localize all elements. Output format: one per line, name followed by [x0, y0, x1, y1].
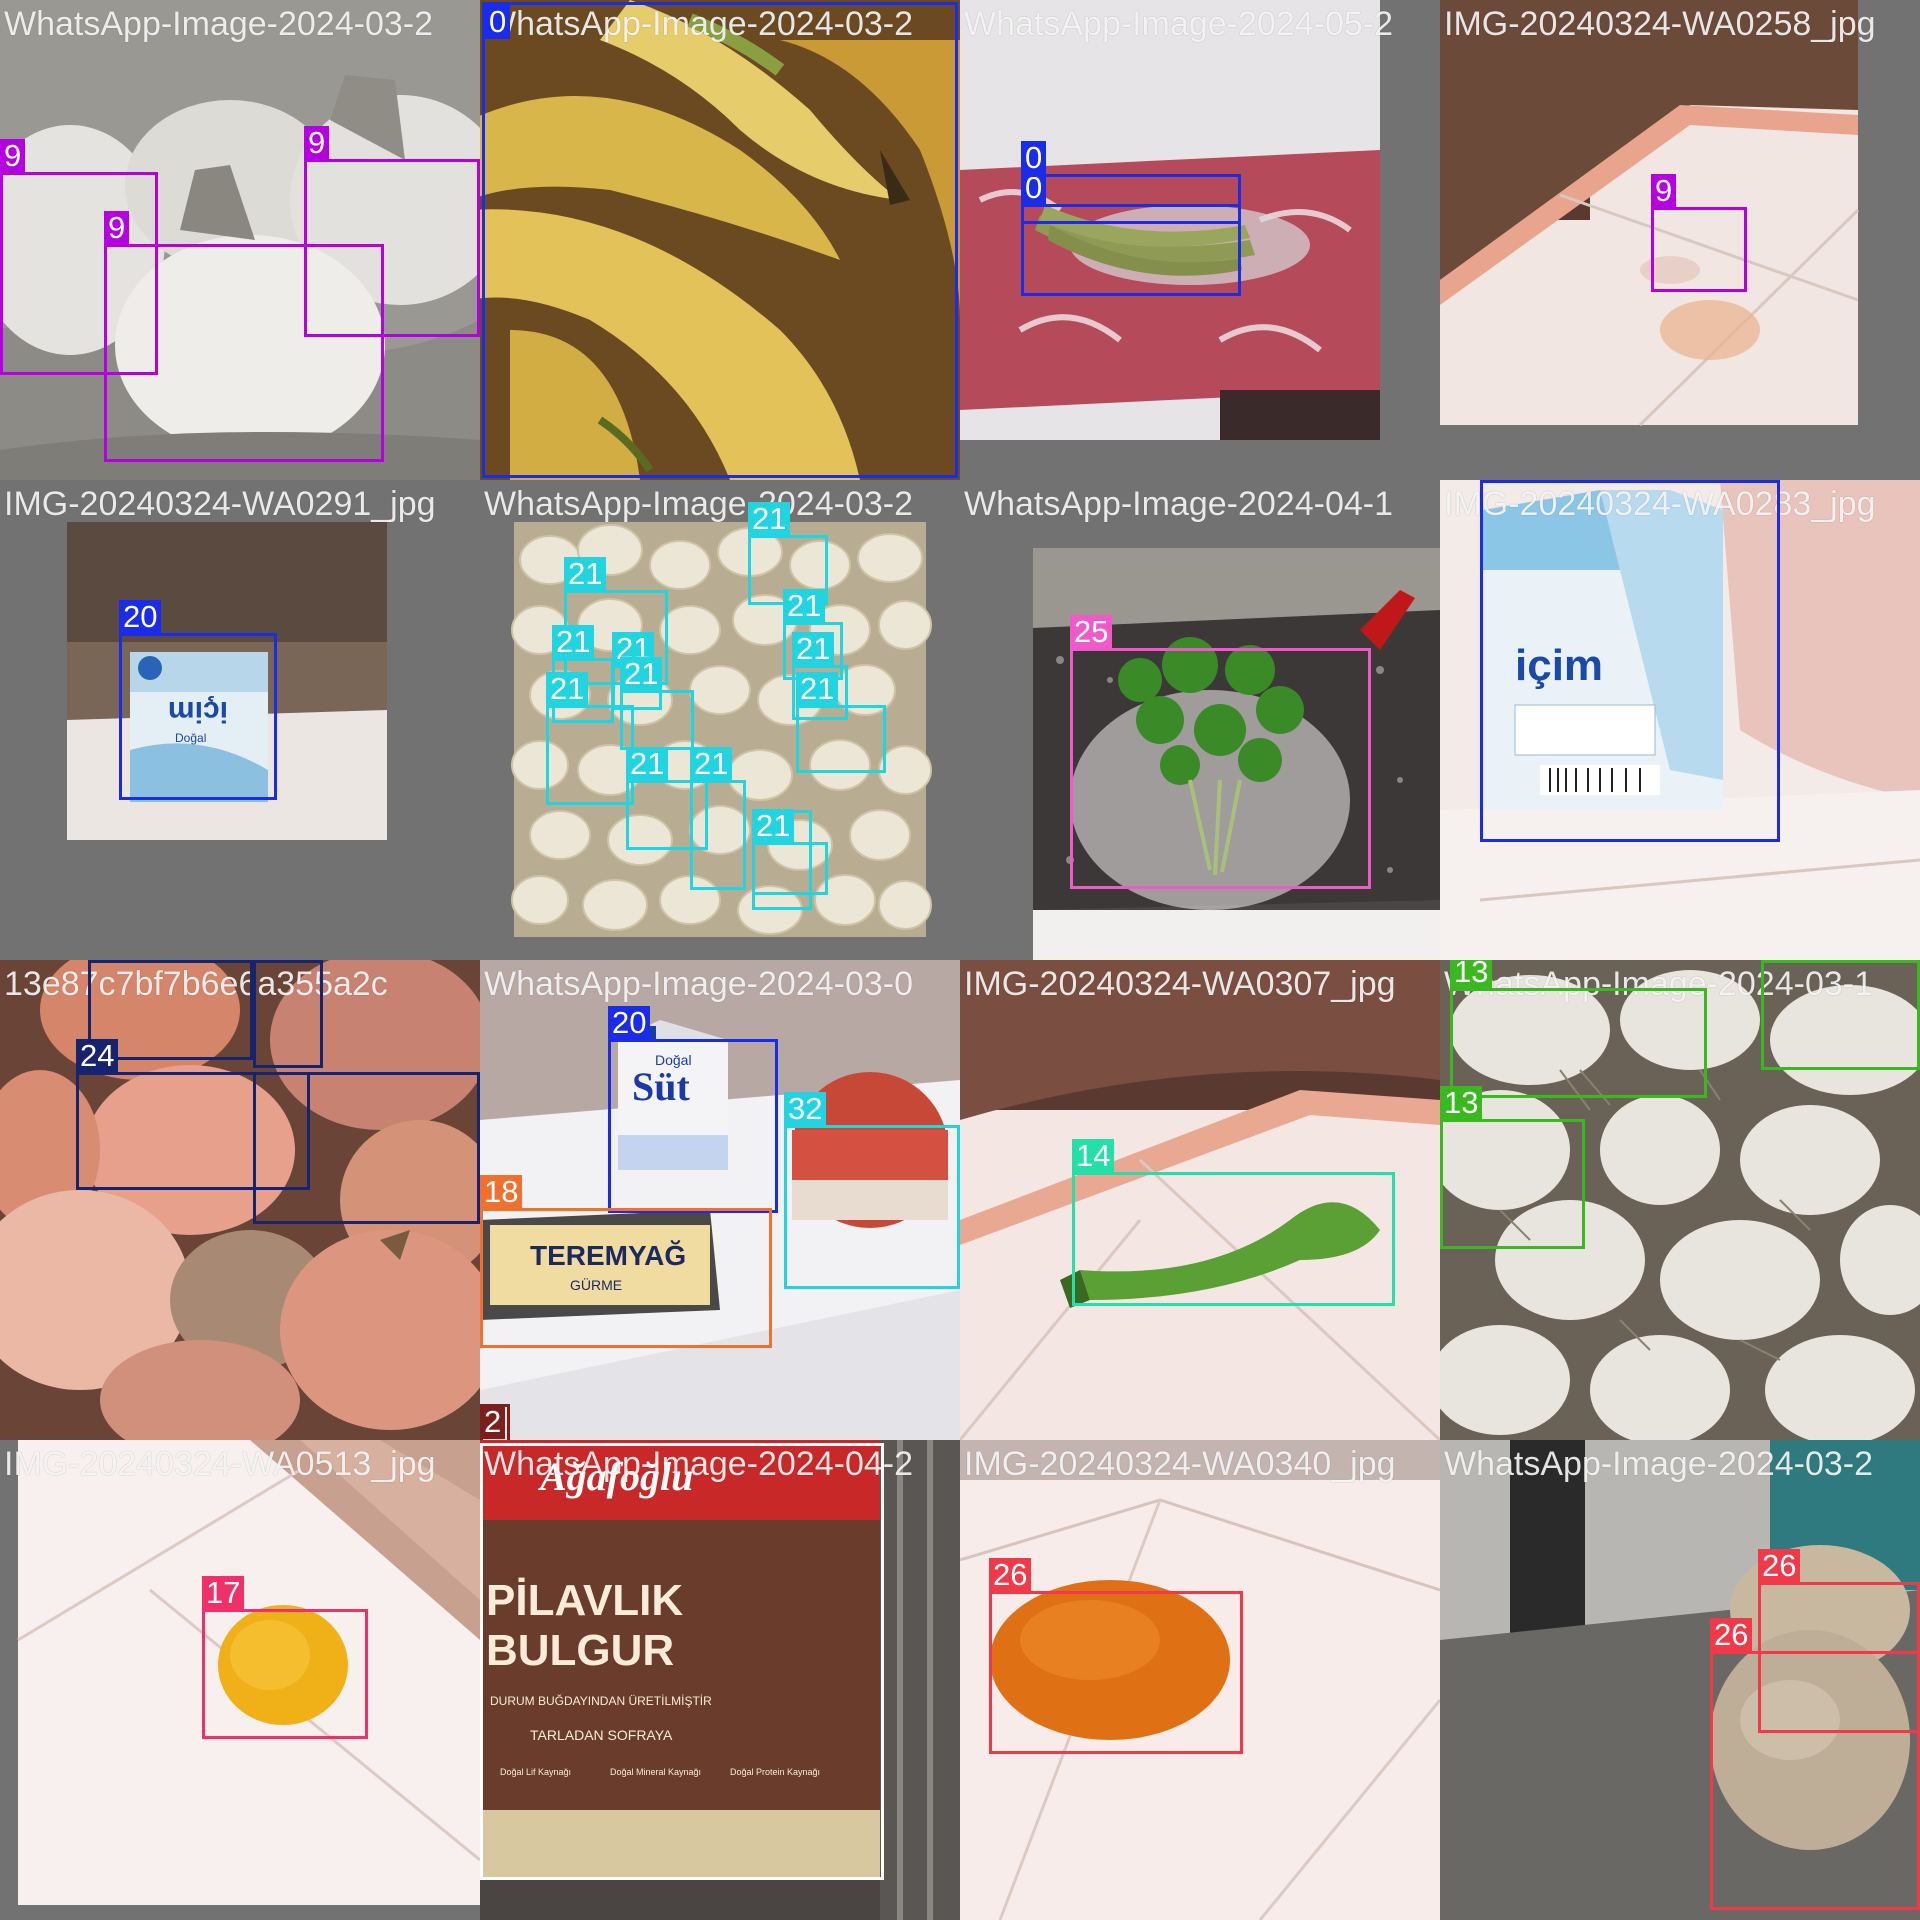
- tile-garlic: WhatsApp-Image-2024-03-1 13 13 13: [1440, 960, 1920, 1440]
- tile-eggs: WhatsApp-Image-2024-03-2 9 9 9: [0, 0, 480, 480]
- bbox-class-label: 13: [1450, 960, 1493, 989]
- bbox-class-label: 25: [1070, 615, 1113, 649]
- bbox-class-label: 21: [783, 589, 826, 623]
- bbox: 13: [1440, 1086, 1585, 1249]
- bbox-class-label: 26: [1758, 1549, 1801, 1583]
- bbox-class-label: 9: [304, 126, 330, 160]
- bbox-class-label: 0: [485, 5, 511, 39]
- tile-filename: WhatsApp-Image-2024-03-0: [484, 965, 914, 1003]
- bbox: 21: [546, 672, 634, 805]
- tile-milk-sofa: içim Doğal IMG-20240324-WA0291_jpg 20: [0, 480, 480, 960]
- bbox: 25: [1070, 615, 1371, 889]
- bbox-class-label: 13: [1761, 960, 1804, 963]
- tile-filename: WhatsApp-Image-2024-03-2: [4, 5, 434, 43]
- bbox: 24: [253, 960, 323, 1068]
- tile-bulgur: Ağafoğlu PİLAVLIK BULGUR DURUM BUĞDAYIND…: [480, 1440, 960, 1920]
- bbox-class-label: 9: [0, 139, 26, 173]
- tile-filename: WhatsApp-Image-2024-03-2: [1444, 1445, 1874, 1483]
- tile-tangerine: IMG-20240324-WA0340_jpg 26: [960, 1440, 1440, 1920]
- bbox-class-label: 18: [480, 1175, 523, 1209]
- tile-potatoes: WhatsApp-Image-2024-03-2 26 26: [1440, 1440, 1920, 1920]
- bbox-class-label: 17: [202, 1576, 245, 1610]
- detection-mosaic: WhatsApp-Image-2024-03-2 9 9 9 WhatsApp-…: [0, 0, 1920, 1920]
- bbox-class-label: 20: [1480, 480, 1523, 483]
- bbox-class-label: 9: [104, 211, 130, 245]
- bbox: 21: [796, 672, 886, 773]
- bbox: 9: [1651, 174, 1747, 292]
- tile-filename: IMG-20240324-WA0340_jpg: [964, 1445, 1396, 1483]
- bbox-class-label: 24: [253, 960, 296, 961]
- bbox-class-label: 21: [752, 809, 795, 843]
- bbox: 2: [480, 1404, 510, 1440]
- bbox: [480, 1443, 884, 1880]
- tile-lemon: IMG-20240324-WA0513_jpg 17: [0, 1440, 480, 1920]
- bbox-class-label: 21: [546, 672, 589, 706]
- tile-filename: IMG-20240324-WA0291_jpg: [4, 485, 436, 523]
- bbox-class-label: 24: [88, 960, 131, 961]
- bbox: 20: [119, 600, 277, 800]
- bbox: 26: [1710, 1618, 1920, 1910]
- bbox: 0: [482, 2, 958, 478]
- bbox-class-label: 24: [76, 1039, 119, 1073]
- bbox-class-label: 21: [620, 657, 663, 691]
- bbox-class-label: 26: [989, 1558, 1032, 1592]
- bbox-class-label: 20: [119, 600, 162, 634]
- bbox: [253, 1072, 480, 1224]
- tile-mushrooms: WhatsApp-Image-2024-03-2 21 21 21 21 21 …: [480, 480, 960, 960]
- tile-milk-closeup: içim IMG-20240324-WA0283_jpg 20: [1440, 480, 1920, 960]
- bbox-class-label: 13: [1440, 1086, 1483, 1120]
- tile-filename: IMG-20240324-WA0307_jpg: [964, 965, 1396, 1003]
- tile-pepper: IMG-20240324-WA0307_jpg 14: [960, 960, 1440, 1440]
- bbox: 20: [1480, 480, 1780, 842]
- bbox-class-label: 21: [626, 747, 669, 781]
- bbox-class-label: 21: [792, 632, 835, 666]
- tile-bananas-table: WhatsApp-Image-2024-05-2 0 0: [960, 0, 1440, 480]
- tile-onions: 13e87c7bf7b6e6a355a2c 24 24 24: [0, 960, 480, 1440]
- bbox: 20: [608, 1006, 778, 1213]
- tile-bananas-closeup: WhatsApp-Image-2024-03-2 0: [480, 0, 960, 480]
- bbox-class-label: 21: [796, 672, 839, 706]
- bbox-class-label: 9: [1651, 174, 1677, 208]
- bbox-class-label: 2: [480, 1405, 506, 1439]
- tile-filename: WhatsApp-Image-2024-05-2: [964, 5, 1394, 43]
- tile-filename: WhatsApp-Image-2024-03-2: [484, 485, 914, 523]
- bbox-class-label: 20: [608, 1006, 651, 1040]
- tile-filename: WhatsApp-Image-2024-04-1: [964, 485, 1394, 523]
- bbox-class-label: 14: [1072, 1139, 1115, 1173]
- tile-parsley: WhatsApp-Image-2024-04-1 25: [960, 480, 1440, 960]
- bbox: 14: [1072, 1139, 1395, 1306]
- bbox: 17: [202, 1576, 368, 1739]
- tile-filename: IMG-20240324-WA0258_jpg: [1444, 5, 1876, 43]
- bbox: 21: [690, 747, 746, 890]
- tile-egg-floor: IMG-20240324-WA0258_jpg 9: [1440, 0, 1920, 480]
- tile-groceries: Süt Doğal TEREMYAĞ GÜRME WhatsApp-Image-…: [480, 960, 960, 1440]
- bbox: 32: [784, 1092, 960, 1289]
- bbox: 9: [304, 126, 480, 337]
- bbox-class-label: 21: [564, 557, 607, 591]
- bbox-class-label: 0: [1021, 141, 1047, 175]
- bbox: 0: [1021, 141, 1241, 224]
- bbox: 13: [1761, 960, 1920, 1070]
- bbox-class-label: 21: [748, 502, 791, 536]
- bbox: 26: [989, 1558, 1243, 1754]
- bbox-class-label: 32: [784, 1092, 827, 1126]
- tile-filename: IMG-20240324-WA0513_jpg: [4, 1445, 436, 1483]
- bbox-class-label: 21: [690, 747, 733, 781]
- bbox-class-label: 21: [552, 625, 595, 659]
- bbox: 18: [480, 1175, 772, 1348]
- bbox: 13: [1450, 960, 1707, 1098]
- bbox-class-label: 26: [1710, 1618, 1753, 1652]
- bbox: 21: [752, 809, 828, 895]
